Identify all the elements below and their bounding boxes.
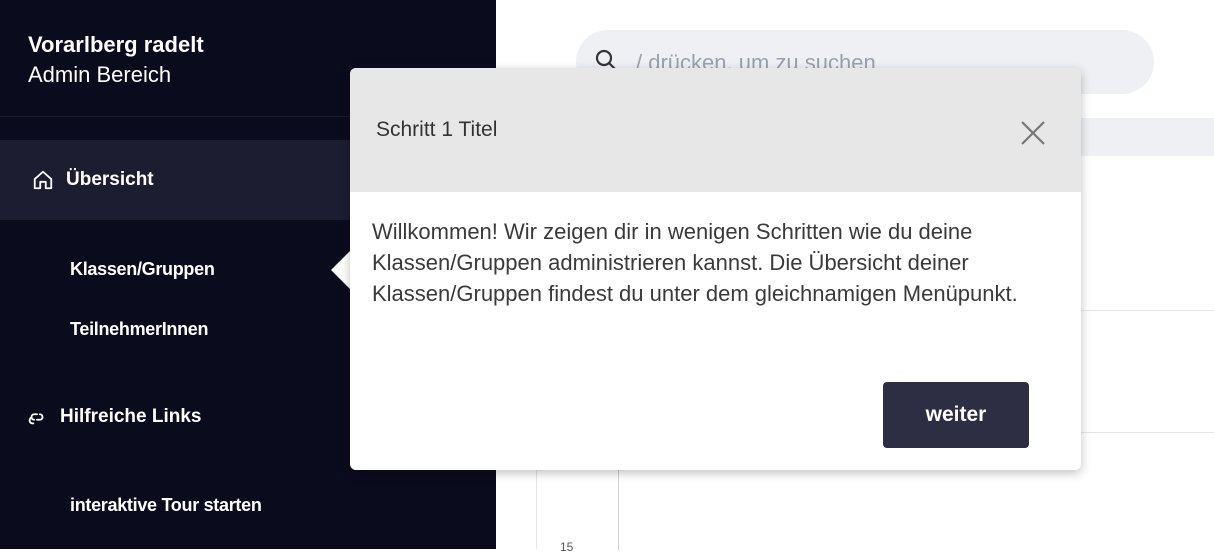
sidebar-item-links[interactable]: Hilfreiche Links [26, 406, 202, 428]
close-icon[interactable] [1018, 118, 1048, 148]
brand-subtitle: Admin Bereich [28, 62, 172, 87]
popover-header: Schritt 1 Titel [350, 68, 1081, 192]
home-icon [33, 170, 53, 190]
sidebar-item-participants[interactable]: TeilnehmerInnen [70, 319, 209, 340]
sidebar-item-overview-label: Übersicht [66, 169, 154, 190]
sidebar-item-links-label: Hilfreiche Links [60, 406, 202, 427]
brand-name: Vorarlberg radelt [28, 32, 204, 57]
sidebar-item-groups[interactable]: Klassen/Gruppen [70, 259, 215, 280]
sidebar-item-overview[interactable]: Übersicht [32, 169, 154, 191]
chart-tick-label: 15 [560, 540, 574, 554]
sidebar-item-tour[interactable]: interaktive Tour starten [70, 495, 262, 516]
popover-body: Willkommen! Wir zeigen dir in wenigen Sc… [372, 219, 1018, 306]
link-icon [28, 413, 44, 425]
tour-popover: Schritt 1 Titel Willkommen! Wir zeigen d… [350, 68, 1081, 470]
popover-title: Schritt 1 Titel [376, 118, 498, 141]
popover-arrow [331, 250, 351, 290]
brand: Vorarlberg radelt Admin Bereich [28, 30, 204, 90]
next-button[interactable]: weiter [883, 382, 1029, 448]
